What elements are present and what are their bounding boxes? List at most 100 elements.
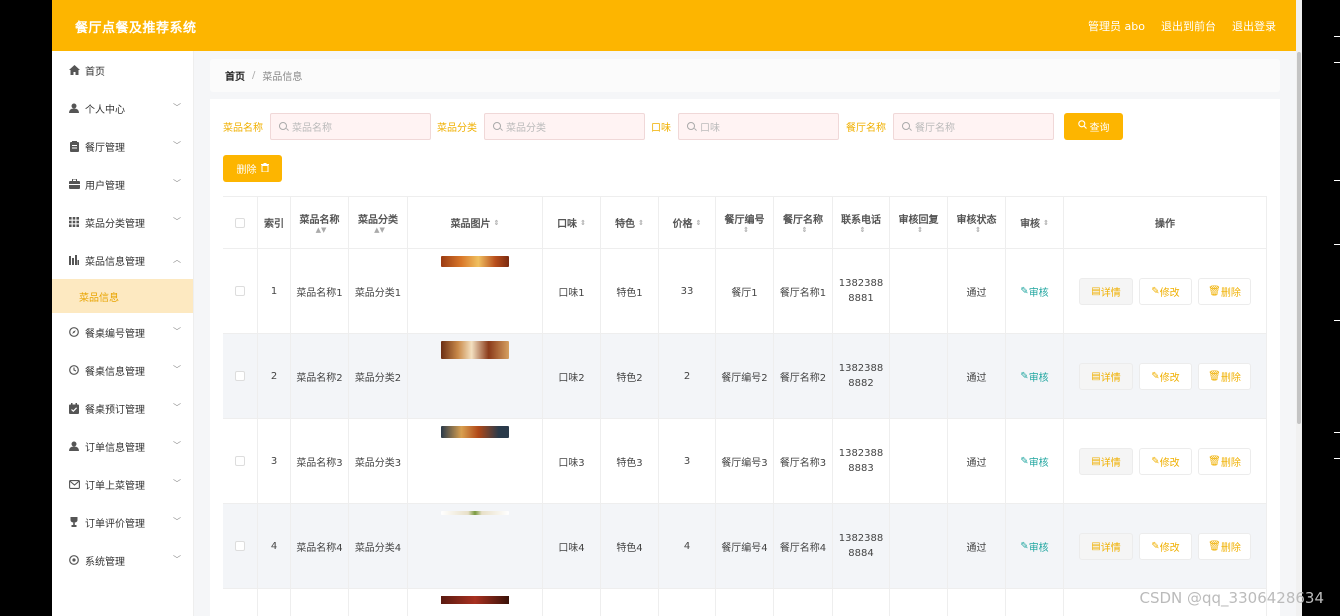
query-label: 查询 <box>1089 122 1110 134</box>
column-header-dish-name[interactable]: 菜品名称 ▲▼ <box>291 197 349 248</box>
sidebar-item-dish-category[interactable]: 菜品分类管理 ﹀ <box>52 203 193 241</box>
cell-feature <box>601 589 659 616</box>
dish-category-input[interactable]: 菜品分类 <box>484 112 645 140</box>
cell-actions: ▤ 详情 ✎ 修改 🗑︎ 删除 <box>1064 504 1267 588</box>
detail-button[interactable]: ▤ 详情 <box>1079 447 1133 475</box>
sort-icon[interactable]: ⇕ <box>638 219 644 227</box>
restaurant-name-input[interactable]: 餐厅名称 <box>893 112 1054 140</box>
sidebar-item-restaurant[interactable]: 餐厅管理 ﹀ <box>52 127 193 165</box>
sidebar-item-dish-info[interactable]: 菜品信息管理 ︿ <box>52 241 193 279</box>
detail-button[interactable]: ▤ 详情 <box>1079 362 1133 390</box>
delete-button[interactable]: 🗑︎ 删除 <box>1198 447 1251 475</box>
column-header-phone[interactable]: 联系电话 ⇕ <box>833 197 890 248</box>
sort-icon[interactable]: ⇕ <box>743 226 749 234</box>
edit-button[interactable]: ✎ 修改 <box>1139 362 1192 390</box>
audit-link[interactable]: ✎ 审核 <box>1006 249 1064 333</box>
audit-link[interactable]: ✎ 审核 <box>1006 334 1064 418</box>
chevron-down-icon: ﹀ <box>173 141 181 150</box>
audit-link[interactable]: ✎ 审核 <box>1006 419 1064 503</box>
cell-taste: 口味1 <box>543 249 601 333</box>
sort-icon[interactable]: ⇕ <box>1043 219 1049 227</box>
edit-button[interactable]: ✎ 修改 <box>1139 447 1192 475</box>
checkbox[interactable] <box>235 456 245 466</box>
sort-icon[interactable]: ⇕ <box>975 226 981 234</box>
sort-icon[interactable]: ▲▼ <box>374 226 385 234</box>
row-checkbox-cell[interactable] <box>223 419 258 503</box>
sort-icon[interactable]: ⇕ <box>802 226 808 234</box>
current-user[interactable]: 管理员 abo <box>1088 18 1145 34</box>
sort-icon[interactable]: ▲▼ <box>316 226 327 234</box>
sidebar-item-personal-center[interactable]: 个人中心 ﹀ <box>52 89 193 127</box>
sidebar-item-table-number[interactable]: 餐桌编号管理 ﹀ <box>52 313 193 351</box>
logout-link[interactable]: 退出登录 <box>1232 18 1276 34</box>
phone-part: 1382388 <box>838 533 884 544</box>
delete-button[interactable]: 🗑︎ 删除 <box>1198 277 1251 305</box>
column-header-restaurant-name[interactable]: 餐厅名称 ⇕ <box>774 197 833 248</box>
cell-dish-image <box>408 419 543 503</box>
taste-input[interactable]: 口味 <box>678 112 839 140</box>
sort-icon[interactable]: ⇕ <box>494 219 500 227</box>
sidebar-item-order-serving[interactable]: 订单上菜管理 ﹀ <box>52 465 193 503</box>
column-header-feature[interactable]: 特色 ⇕ <box>601 197 659 248</box>
dish-name-input[interactable]: 菜品名称 <box>270 112 431 140</box>
detail-button[interactable]: ▤ 详情 <box>1079 532 1133 560</box>
audit-link[interactable]: ✎ 审核 <box>1006 504 1064 588</box>
cell-dish-name <box>291 589 349 616</box>
column-header-dish-category[interactable]: 菜品分类 ▲▼ <box>349 197 408 248</box>
sort-icon[interactable]: ⇕ <box>696 219 702 227</box>
back-to-front-link[interactable]: 退出到前台 <box>1161 18 1216 34</box>
cell-feature: 特色4 <box>601 504 659 588</box>
detail-button[interactable]: ▤ 详情 <box>1079 277 1133 305</box>
batch-delete-button[interactable]: 删除 <box>223 155 282 182</box>
compass-icon <box>68 326 80 338</box>
cell-restaurant-id <box>716 589 774 616</box>
column-header-actions: 操作 <box>1064 197 1267 248</box>
scrollbar-thumb[interactable] <box>1297 52 1301 424</box>
edit-button[interactable]: ✎ 修改 <box>1139 277 1192 305</box>
search-icon <box>1077 120 1087 132</box>
checkbox[interactable] <box>235 286 245 296</box>
cell-actions: ▤ 详情 ✎ 修改 🗑︎ 删除 <box>1064 419 1267 503</box>
sidebar-item-table-reservation[interactable]: 餐桌预订管理 ﹀ <box>52 389 193 427</box>
sort-icon[interactable]: ⇕ <box>917 226 923 234</box>
header-label: 餐厅名称 <box>783 215 823 226</box>
sidebar-item-table-info[interactable]: 餐桌信息管理 ﹀ <box>52 351 193 389</box>
row-checkbox-cell[interactable] <box>223 249 258 333</box>
edit-button[interactable]: ✎ 修改 <box>1139 532 1192 560</box>
column-header-audit-status[interactable]: 审核状态 ⇕ <box>948 197 1006 248</box>
row-checkbox-cell[interactable] <box>223 504 258 588</box>
delete-button[interactable]: 🗑︎ 删除 <box>1198 362 1251 390</box>
cell-index: 1 <box>258 249 291 333</box>
sidebar-item-label: 用户管理 <box>85 180 125 192</box>
sidebar-item-system[interactable]: 系统管理 ﹀ <box>52 541 193 579</box>
column-header-price[interactable]: 价格 ⇕ <box>659 197 716 248</box>
query-button[interactable]: 查询 <box>1064 112 1123 140</box>
sort-icon[interactable]: ⇕ <box>860 226 866 234</box>
breadcrumb-home[interactable]: 首页 <box>225 68 245 83</box>
cell-audit-reply <box>890 419 948 503</box>
column-header-audit[interactable]: 审核 ⇕ <box>1006 197 1064 248</box>
sidebar-item-users[interactable]: 用户管理 ﹀ <box>52 165 193 203</box>
delete-button[interactable]: 🗑︎ 删除 <box>1198 532 1251 560</box>
search-icon <box>279 122 287 130</box>
row-checkbox-cell[interactable] <box>223 334 258 418</box>
checkbox[interactable] <box>235 541 245 551</box>
table-header: 索引 菜品名称 ▲▼ 菜品分类 ▲▼ 菜品图片 ⇕ 口味 ⇕ 特色 ⇕ 价格 ⇕ 餐厅编号 ⇕… <box>223 197 1267 249</box>
header-label: 菜品名称 <box>299 215 340 226</box>
column-header-audit-reply[interactable]: 审核回复 ⇕ <box>890 197 948 248</box>
sidebar-item-order-review[interactable]: 订单评价管理 ﹀ <box>52 503 193 541</box>
checkbox[interactable] <box>235 217 245 228</box>
sidebar-item-home[interactable]: 首页 <box>52 51 193 89</box>
column-header-restaurant-id[interactable]: 餐厅编号 ⇕ <box>716 197 774 248</box>
column-header-taste[interactable]: 口味 ⇕ <box>543 197 601 248</box>
cell-audit-reply <box>890 249 948 333</box>
cell-dish-name: 菜品名称2 <box>291 334 349 418</box>
checkbox[interactable] <box>235 371 245 381</box>
cell-restaurant-name: 餐厅名称1 <box>774 249 833 333</box>
sidebar-item-order-info[interactable]: 订单信息管理 ﹀ <box>52 427 193 465</box>
select-all-checkbox[interactable] <box>223 197 258 248</box>
sort-icon[interactable]: ⇕ <box>580 219 586 227</box>
column-header-dish-image[interactable]: 菜品图片 ⇕ <box>408 197 543 248</box>
sidebar-subitem-dish-info[interactable]: 菜品信息 <box>52 279 193 313</box>
cell-restaurant-name: 餐厅名称2 <box>774 334 833 418</box>
